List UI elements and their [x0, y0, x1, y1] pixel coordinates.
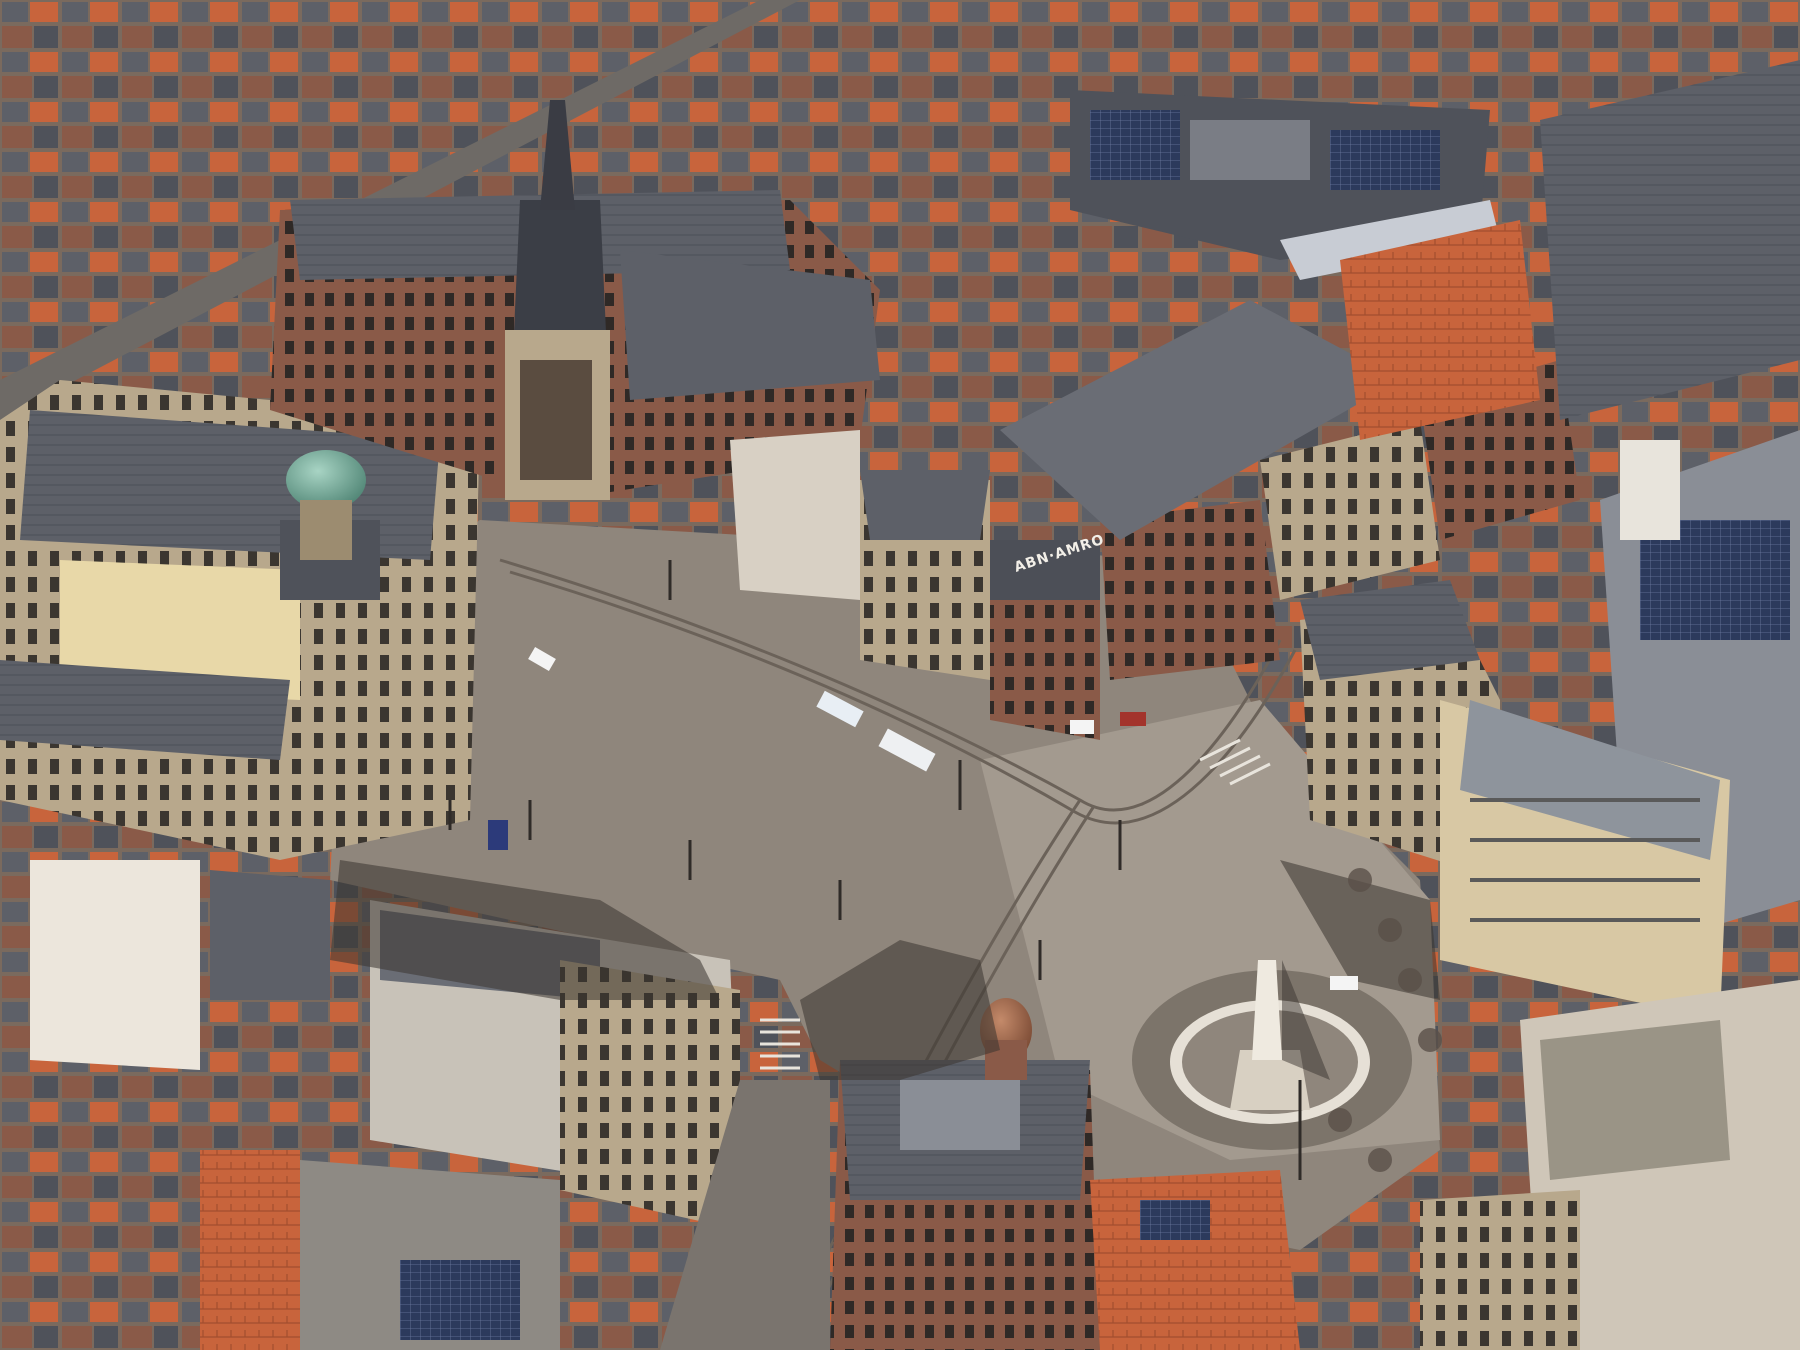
clock-tower — [1620, 440, 1680, 540]
police-van — [488, 820, 508, 850]
white-car — [1330, 976, 1358, 990]
red-car — [1120, 712, 1146, 726]
white-car — [1070, 720, 1094, 734]
building-orange-roof — [1090, 1170, 1300, 1350]
aerial-photo-dam-square: ABN·AMRO — [0, 0, 1800, 1350]
